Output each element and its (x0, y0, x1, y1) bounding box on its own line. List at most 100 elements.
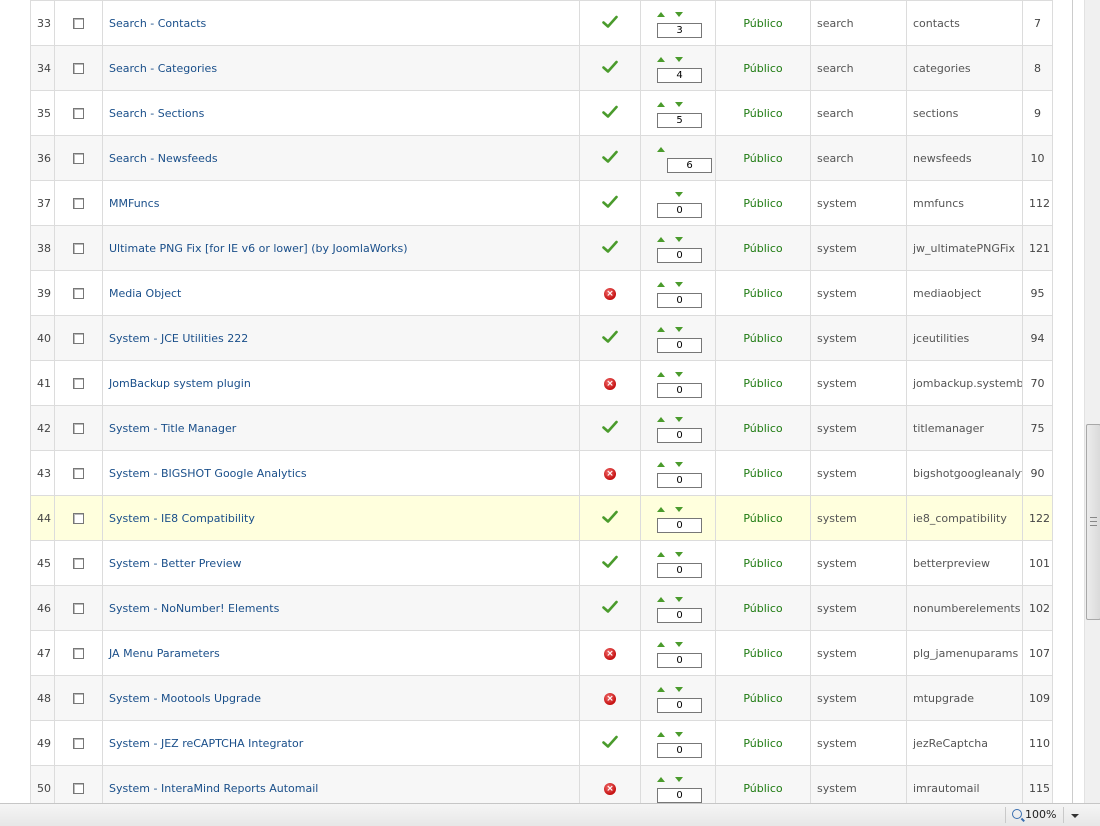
checkmark-icon[interactable] (602, 150, 618, 164)
arrow-down-icon[interactable] (675, 327, 683, 332)
order-input[interactable] (657, 23, 702, 38)
checkmark-icon[interactable] (602, 600, 618, 614)
arrow-down-icon[interactable] (675, 237, 683, 242)
checkmark-icon[interactable] (602, 420, 618, 434)
row-checkbox[interactable] (73, 693, 84, 704)
arrow-up-icon[interactable] (657, 102, 665, 107)
row-checkbox[interactable] (73, 468, 84, 479)
arrow-down-icon[interactable] (675, 282, 683, 287)
row-checkbox[interactable] (73, 153, 84, 164)
arrow-up-icon[interactable] (657, 372, 665, 377)
plugin-name-link[interactable]: Media Object (109, 287, 181, 300)
checkmark-icon[interactable] (602, 240, 618, 254)
access-level[interactable]: Público (715, 315, 811, 361)
plugin-name-link[interactable]: System - BIGSHOT Google Analytics (109, 467, 307, 480)
access-level[interactable]: Público (715, 630, 811, 676)
cross-icon[interactable]: × (604, 693, 616, 705)
row-checkbox[interactable] (73, 558, 84, 569)
plugin-name-link[interactable]: Search - Sections (109, 107, 204, 120)
plugin-name-link[interactable]: JomBackup system plugin (109, 377, 251, 390)
access-level[interactable]: Público (715, 180, 811, 226)
plugin-name-link[interactable]: System - Better Preview (109, 557, 242, 570)
order-input[interactable] (657, 698, 702, 713)
plugin-name-link[interactable]: System - JEZ reCAPTCHA Integrator (109, 737, 303, 750)
access-level[interactable]: Público (715, 135, 811, 181)
order-input[interactable] (657, 653, 702, 668)
arrow-down-icon[interactable] (675, 642, 683, 647)
order-input[interactable] (657, 248, 702, 263)
arrow-up-icon[interactable] (657, 327, 665, 332)
order-input[interactable] (657, 743, 702, 758)
arrow-up-icon[interactable] (657, 147, 665, 152)
cross-icon[interactable]: × (604, 378, 616, 390)
arrow-up-icon[interactable] (657, 282, 665, 287)
arrow-up-icon[interactable] (657, 777, 665, 782)
arrow-down-icon[interactable] (675, 687, 683, 692)
cross-icon[interactable]: × (604, 288, 616, 300)
access-level[interactable]: Público (715, 90, 811, 136)
arrow-up-icon[interactable] (657, 732, 665, 737)
row-checkbox[interactable] (73, 738, 84, 749)
row-checkbox[interactable] (73, 198, 84, 209)
access-level[interactable]: Público (715, 675, 811, 721)
order-input[interactable] (657, 338, 702, 353)
arrow-up-icon[interactable] (657, 687, 665, 692)
arrow-down-icon[interactable] (675, 57, 683, 62)
checkmark-icon[interactable] (602, 60, 618, 74)
order-input[interactable] (657, 608, 702, 623)
access-level[interactable]: Público (715, 450, 811, 496)
arrow-down-icon[interactable] (675, 507, 683, 512)
arrow-up-icon[interactable] (657, 597, 665, 602)
row-checkbox[interactable] (73, 333, 84, 344)
access-level[interactable]: Público (715, 765, 811, 803)
checkmark-icon[interactable] (602, 555, 618, 569)
order-input[interactable] (657, 203, 702, 218)
order-input[interactable] (667, 158, 712, 173)
arrow-down-icon[interactable] (675, 102, 683, 107)
arrow-down-icon[interactable] (675, 462, 683, 467)
arrow-down-icon[interactable] (675, 732, 683, 737)
row-checkbox[interactable] (73, 243, 84, 254)
row-checkbox[interactable] (73, 423, 84, 434)
row-checkbox[interactable] (73, 108, 84, 119)
plugin-name-link[interactable]: System - Mootools Upgrade (109, 692, 261, 705)
order-input[interactable] (657, 788, 702, 803)
access-level[interactable]: Público (715, 360, 811, 406)
vertical-scrollbar[interactable] (1084, 0, 1100, 803)
plugin-name-link[interactable]: JA Menu Parameters (109, 647, 220, 660)
arrow-up-icon[interactable] (657, 237, 665, 242)
row-checkbox[interactable] (73, 18, 84, 29)
plugin-name-link[interactable]: System - NoNumber! Elements (109, 602, 279, 615)
plugin-name-link[interactable]: System - InteraMind Reports Automail (109, 782, 318, 795)
order-input[interactable] (657, 518, 702, 533)
access-level[interactable]: Público (715, 720, 811, 766)
arrow-down-icon[interactable] (675, 777, 683, 782)
arrow-down-icon[interactable] (675, 372, 683, 377)
access-level[interactable]: Público (715, 405, 811, 451)
row-checkbox[interactable] (73, 648, 84, 659)
checkmark-icon[interactable] (602, 195, 618, 209)
plugin-name-link[interactable]: Search - Categories (109, 62, 217, 75)
scrollbar-thumb[interactable] (1086, 424, 1100, 620)
access-level[interactable]: Público (715, 0, 811, 46)
plugin-name-link[interactable]: Search - Newsfeeds (109, 152, 218, 165)
plugin-name-link[interactable]: MMFuncs (109, 197, 159, 210)
arrow-up-icon[interactable] (657, 462, 665, 467)
plugin-name-link[interactable]: Ultimate PNG Fix [for IE v6 or lower] (b… (109, 242, 408, 255)
cross-icon[interactable]: × (604, 648, 616, 660)
access-level[interactable]: Público (715, 585, 811, 631)
plugin-name-link[interactable]: System - JCE Utilities 222 (109, 332, 248, 345)
order-input[interactable] (657, 563, 702, 578)
arrow-down-icon[interactable] (675, 192, 683, 197)
access-level[interactable]: Público (715, 225, 811, 271)
row-checkbox[interactable] (73, 513, 84, 524)
checkmark-icon[interactable] (602, 510, 618, 524)
checkmark-icon[interactable] (602, 735, 618, 749)
zoom-control[interactable]: 100% (1012, 807, 1056, 823)
arrow-up-icon[interactable] (657, 552, 665, 557)
arrow-up-icon[interactable] (657, 12, 665, 17)
arrow-down-icon[interactable] (675, 417, 683, 422)
plugin-name-link[interactable]: Search - Contacts (109, 17, 206, 30)
checkmark-icon[interactable] (602, 105, 618, 119)
arrow-down-icon[interactable] (675, 552, 683, 557)
